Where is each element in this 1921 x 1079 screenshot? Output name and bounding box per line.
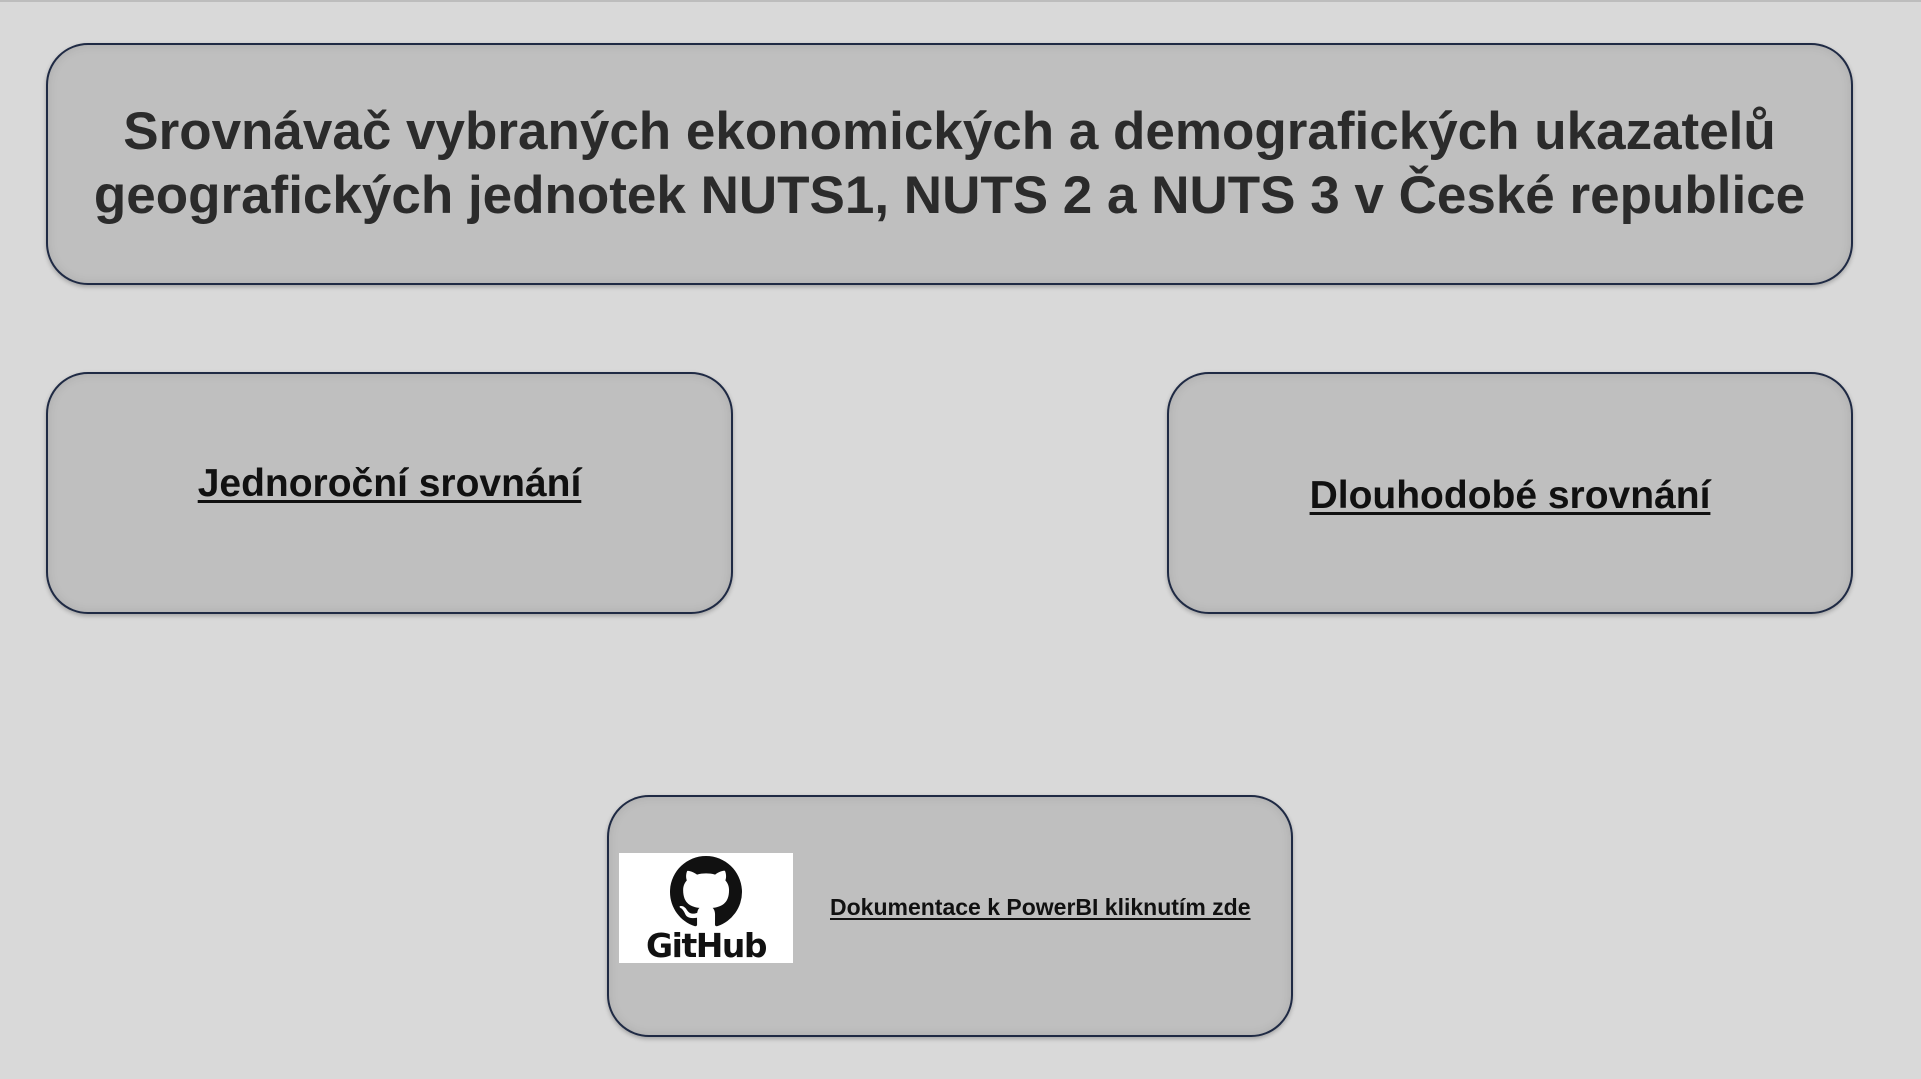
- github-octocat-icon: [670, 856, 742, 927]
- one-year-comparison-link[interactable]: Jednoroční srovnání: [198, 462, 582, 506]
- github-logo-icon[interactable]: GitHub: [619, 853, 793, 963]
- top-divider: [0, 0, 1921, 2]
- github-wordmark: GitHub: [646, 926, 767, 965]
- page-title: Srovnávač vybraných ekonomických a demog…: [93, 102, 1806, 225]
- documentation-card: GitHub Dokumentace k PowerBI kliknutím z…: [607, 795, 1293, 1037]
- documentation-link[interactable]: Dokumentace k PowerBI kliknutím zde: [830, 894, 1251, 921]
- long-term-comparison-button[interactable]: Dlouhodobé srovnání: [1167, 372, 1853, 614]
- long-term-comparison-link[interactable]: Dlouhodobé srovnání: [1310, 474, 1711, 518]
- one-year-comparison-button[interactable]: Jednoroční srovnání: [46, 372, 733, 614]
- title-card: Srovnávač vybraných ekonomických a demog…: [46, 43, 1853, 285]
